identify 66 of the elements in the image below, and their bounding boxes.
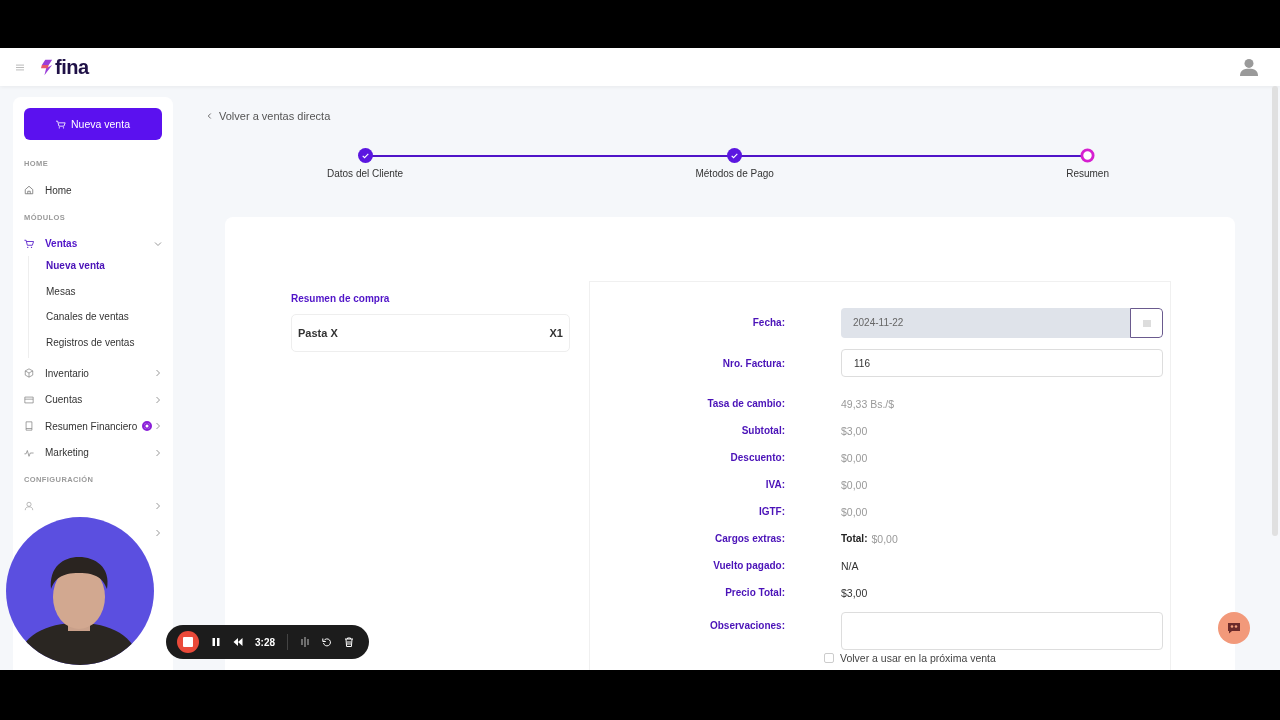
chat-button[interactable] <box>1218 612 1250 644</box>
field-label: Nro. Factura: <box>721 357 785 371</box>
field-label: Tasa de cambio: <box>706 397 785 411</box>
chevron-left-icon <box>207 112 212 120</box>
user-icon <box>24 501 34 511</box>
user-icon[interactable] <box>1240 57 1258 77</box>
field-value: $0,00 <box>871 532 898 545</box>
field-label: Precio Total: <box>724 586 785 600</box>
stop-button[interactable] <box>177 631 199 653</box>
checkbox[interactable] <box>824 653 834 663</box>
restart-icon[interactable] <box>322 637 332 647</box>
back-link[interactable]: Volver a ventas directa <box>207 110 331 122</box>
nav-item[interactable]: Cuentas <box>24 389 162 410</box>
field-label: IGTF: <box>757 505 785 519</box>
nav-subitem[interactable]: Canales de ventas <box>46 307 162 327</box>
scrollbar[interactable] <box>1272 86 1278 536</box>
field-value: $0,00 <box>841 451 868 464</box>
field-label: Cargos extras: <box>713 532 785 546</box>
field-label: Fecha: <box>751 316 785 330</box>
field-label: Observaciones: <box>708 619 785 633</box>
nav-item[interactable]: Inventario <box>24 363 162 383</box>
field-value: 49,33 Bs./$ <box>841 397 895 410</box>
field-label: Descuento: <box>729 451 785 465</box>
nav-item[interactable]: Ventas <box>24 233 162 254</box>
logo-icon <box>41 58 53 76</box>
field-value: $0,00 <box>841 505 868 518</box>
rewind-icon[interactable] <box>233 637 243 647</box>
field-value: N/A <box>841 559 859 572</box>
field-label: Subtotal: <box>740 424 785 438</box>
nav-item[interactable]: Marketing <box>24 442 162 463</box>
nav-subitem[interactable]: Nueva venta <box>46 256 162 276</box>
cart-icon <box>56 119 66 129</box>
field-label: IVA: <box>764 478 785 492</box>
step-label: Datos del Cliente <box>327 168 404 179</box>
section-title: Resumen de compra <box>291 293 391 304</box>
field-value: $3,00 <box>841 424 868 437</box>
box-icon <box>24 368 34 378</box>
step-label: Resumen <box>1066 168 1109 179</box>
pulse-icon <box>24 447 34 458</box>
item-quantity: X1 <box>549 327 563 339</box>
menu-icon[interactable] <box>16 63 24 71</box>
card-icon <box>24 394 34 405</box>
input-field[interactable]: 116 <box>841 349 1163 377</box>
home-icon <box>24 185 34 195</box>
nav-subitem[interactable]: Registros de ventas <box>46 332 162 353</box>
recording-time: 3:28 <box>255 636 275 648</box>
value-label: Total: <box>841 533 868 544</box>
cart-icon <box>24 238 34 249</box>
step-label: Métodos de Pago <box>695 168 774 179</box>
pause-icon[interactable] <box>211 637 221 647</box>
nav-item[interactable]: Resumen Financiero <box>24 416 162 436</box>
field-label: Vuelto pagado: <box>712 559 785 573</box>
chat-icon <box>1227 622 1241 634</box>
logo-text: fina <box>55 55 89 79</box>
nav-subitem[interactable]: Mesas <box>46 281 162 302</box>
nav-item[interactable]: Home <box>24 180 162 200</box>
trash-icon[interactable] <box>344 637 354 647</box>
chevron-right-icon <box>154 528 162 537</box>
chevron-right-icon <box>154 502 162 510</box>
item-name: Pasta X <box>298 327 338 339</box>
grid-icon[interactable] <box>300 637 310 647</box>
field-value: $3,00 <box>841 586 868 599</box>
checkbox-label: Volver a usar en la próxima venta <box>840 652 996 664</box>
book-icon <box>24 421 34 431</box>
field-value: $0,00 <box>841 478 868 491</box>
new-sale-button[interactable]: Nueva venta <box>24 108 162 140</box>
